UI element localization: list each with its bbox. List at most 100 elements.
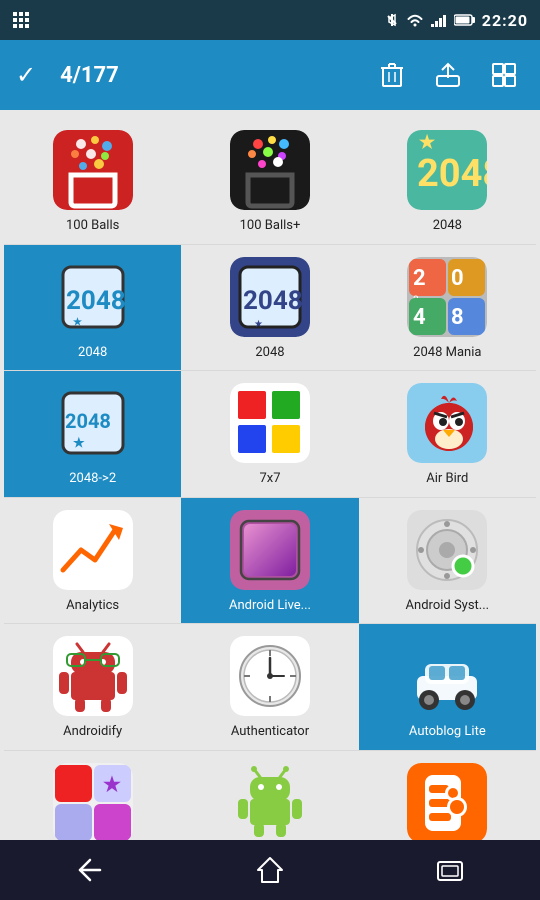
app-item-autoblog[interactable]: Autoblog Lite [359,624,536,751]
icon-analytics-svg [53,510,133,590]
icon-2048c-svg: 2048 ★ [230,257,310,337]
svg-text:2048: 2048 [65,409,111,433]
svg-text:2048: 2048 [243,286,303,316]
delete-button[interactable] [372,55,412,95]
back-button[interactable] [60,850,120,890]
app-icon-7x7 [230,383,310,463]
status-right: 22:20 [384,11,528,30]
app-item-2048mania[interactable]: 2 0 0 4 8 2048 Mania [359,245,536,372]
svg-text:2048: 2048 [417,152,487,196]
app-item-authenticator[interactable]: Authenticator [181,624,358,751]
grid-view-icon [491,62,517,88]
app-icon-beerfun [230,763,310,840]
app-icon-analytics [53,510,133,590]
app-icon-2048arrow: 2048 ★ [53,383,133,463]
app-icon-2048b: 2048 ★ [53,257,133,337]
app-label-analytics: Analytics [66,598,119,614]
signal-icon [430,12,448,28]
toolbar: ✓ 4/177 [0,40,540,110]
status-bar: 22:20 [0,0,540,40]
app-icon-100ballsplus [230,130,310,210]
app-item-2048[interactable]: ★ 2048 2048 [359,118,536,245]
app-icon-androidify [53,636,133,716]
icon-2048arrow-svg: 2048 ★ [53,383,133,463]
app-grid: 100 Balls 100 Balls+ ★ [0,110,540,840]
icon-androidify-svg [53,636,133,716]
app-label-2048c: 2048 [255,345,284,361]
svg-text:★: ★ [103,772,121,796]
back-icon [76,858,104,882]
mute-icon [384,12,400,28]
grid-icon [12,11,30,29]
status-left [12,11,30,29]
app-label-authenticator: Authenticator [231,724,309,740]
icon-androidlive-svg [230,510,310,590]
app-item-blogger[interactable]: Blogger [359,751,536,840]
app-item-androidify[interactable]: Androidify [4,624,181,751]
icon-blogger-svg [407,763,487,840]
wifi-icon [406,12,424,28]
app-label-2048: 2048 [433,218,462,234]
svg-text:2: 2 [413,266,426,291]
app-item-2048c[interactable]: 2048 ★ 2048 [181,245,358,372]
app-label-androidsyst: Android Syst... [406,598,490,614]
icon-beerfun-svg [230,763,310,840]
app-item-ballmaze[interactable]: ★ BallMaze lite [4,751,181,840]
icon-authenticator-svg [230,636,310,716]
svg-text:0: 0 [451,266,464,291]
svg-text:★: ★ [73,317,82,328]
app-item-beerfun[interactable]: Beer Fun [181,751,358,840]
app-item-airbird[interactable]: Air Bird [359,371,536,498]
icon-autoblog-svg [407,636,487,716]
app-icon-autoblog [407,636,487,716]
time-display: 22:20 [482,11,528,30]
icon-airbird-svg [407,383,487,463]
app-icon-authenticator [230,636,310,716]
app-icon-2048mania: 2 0 0 4 8 [407,257,487,337]
app-icon-ballmaze: ★ [53,763,133,840]
app-item-2048arrow[interactable]: 2048 ★ 2048->2 [4,371,181,498]
svg-text:★: ★ [73,436,85,451]
app-label-androidify: Androidify [63,724,122,740]
icon-ballmaze-svg: ★ [53,763,133,840]
app-item-androidlive[interactable]: Android Live... [181,498,358,625]
grid-view-button[interactable] [484,55,524,95]
svg-text:★: ★ [254,319,263,330]
upload-button[interactable] [428,55,468,95]
icon-100balls-svg [53,130,133,210]
svg-text:8: 8 [451,305,464,330]
app-label-autoblog: Autoblog Lite [409,724,486,740]
home-button[interactable] [240,850,300,890]
svg-text:2048: 2048 [66,286,126,316]
icon-2048mania-svg: 2 0 0 4 8 [407,257,487,337]
app-item-7x7[interactable]: 7x7 [181,371,358,498]
checkmark-icon[interactable]: ✓ [16,61,36,89]
app-item-analytics[interactable]: Analytics [4,498,181,625]
icon-100ballsplus-svg [230,130,310,210]
app-label-airbird: Air Bird [426,471,468,487]
app-label-100ballsplus: 100 Balls+ [240,218,301,234]
app-label-2048arrow: 2048->2 [69,471,116,487]
app-label-2048mania: 2048 Mania [413,345,481,361]
battery-icon [454,13,476,27]
app-icon-airbird [407,383,487,463]
app-icon-2048c: 2048 ★ [230,257,310,337]
home-icon [256,856,284,884]
icon-androidsyst-svg [407,510,487,590]
app-label-androidlive: Android Live... [229,598,311,614]
app-icon-100balls [53,130,133,210]
nav-bar [0,840,540,900]
app-item-100ballsplus[interactable]: 100 Balls+ [181,118,358,245]
app-icon-androidsyst [407,510,487,590]
app-label-100balls: 100 Balls [66,218,119,234]
app-item-androidsyst[interactable]: Android Syst... [359,498,536,625]
selection-count: 4/177 [60,63,356,88]
recents-button[interactable] [420,850,480,890]
app-item-100balls[interactable]: 100 Balls [4,118,181,245]
app-icon-androidlive [230,510,310,590]
app-label-2048b: 2048 [78,345,107,361]
upload-icon [435,62,461,88]
trash-icon [380,62,404,88]
icon-2048b-svg: 2048 ★ [53,257,133,337]
app-item-2048b[interactable]: 2048 ★ 2048 [4,245,181,372]
